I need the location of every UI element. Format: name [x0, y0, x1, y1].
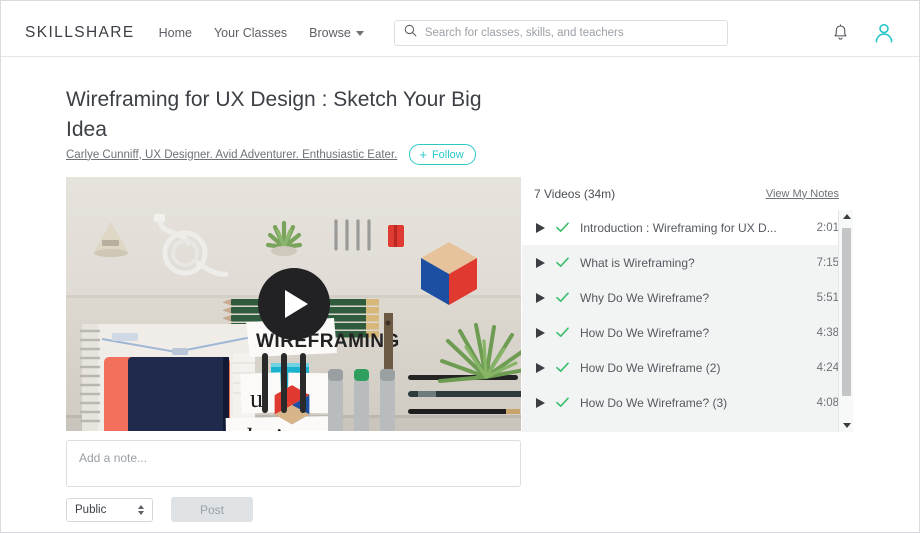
- video-item-duration: 7:15: [816, 256, 839, 269]
- play-icon: [536, 327, 545, 338]
- video-item-title: Why Do We Wireframe?: [580, 290, 710, 305]
- nav-item-browse[interactable]: Browse: [309, 26, 364, 40]
- video-list-scrollbar[interactable]: [838, 210, 853, 432]
- play-icon: [536, 362, 545, 373]
- nav-item-label: Your Classes: [213, 25, 288, 40]
- video-item-duration: 5:51: [816, 291, 839, 304]
- plus-icon: +: [419, 147, 427, 162]
- note-visibility-select[interactable]: Public: [66, 497, 153, 522]
- play-icon: [536, 397, 545, 408]
- follow-button[interactable]: + Follow: [409, 144, 476, 165]
- scrollbar-down-button[interactable]: [839, 419, 853, 432]
- note-textarea[interactable]: [79, 451, 508, 476]
- video-list-item[interactable]: Introduction : Wireframing for UX D... 2:…: [522, 210, 853, 245]
- site-header: SKILLSHARE Home Your Classes Browse: [1, 9, 919, 57]
- video-item-title: How Do We Wireframe (2): [580, 360, 721, 375]
- video-list-item[interactable]: Why Do We Wireframe? 5:51: [522, 280, 853, 315]
- view-my-notes-link[interactable]: View My Notes: [766, 188, 839, 200]
- byline-row: Carlye Cunniff, UX Designer. Avid Advent…: [66, 144, 476, 165]
- select-stepper-icon: [138, 504, 144, 515]
- main-content: Wireframing for UX Design : Sketch Your …: [1, 58, 919, 532]
- video-item-duration: 4:38: [816, 326, 839, 339]
- scrollbar-up-button[interactable]: [839, 210, 853, 223]
- video-item-duration: 4:24: [816, 361, 839, 374]
- nav-item-home[interactable]: Home: [159, 26, 192, 40]
- svg-text:design: design: [238, 423, 309, 431]
- video-item-title: Introduction : Wireframing for UX D...: [580, 220, 777, 235]
- video-item-title: How Do We Wireframe? (3): [580, 395, 728, 410]
- search-bar[interactable]: [393, 19, 728, 46]
- nav-item-label: Browse: [309, 25, 351, 40]
- video-count-label: 7 Videos (34m): [534, 186, 616, 201]
- play-icon: [536, 257, 545, 268]
- checkmark-icon: [556, 327, 569, 338]
- chevron-down-icon: [842, 423, 851, 428]
- checkmark-icon: [556, 292, 569, 303]
- video-list-rows: Introduction : Wireframing for UX D... 2:…: [522, 210, 853, 420]
- user-avatar-icon[interactable]: [873, 22, 895, 44]
- brand-logo[interactable]: SKILLSHARE: [25, 24, 135, 42]
- video-item-title: What is Wireframing?: [580, 255, 695, 270]
- video-list-panel: 7 Videos (34m) View My Notes Introductio…: [522, 177, 853, 432]
- nav-item-your-classes[interactable]: Your Classes: [214, 26, 287, 40]
- search-input[interactable]: [424, 26, 718, 39]
- search-icon: [404, 24, 417, 42]
- teacher-byline-link[interactable]: Carlye Cunniff, UX Designer. Avid Advent…: [66, 149, 397, 161]
- checkmark-icon: [556, 397, 569, 408]
- play-triangle: [285, 290, 308, 318]
- video-list-item[interactable]: How Do We Wireframe? 4:38: [522, 315, 853, 350]
- video-item-title: How Do We Wireframe?: [580, 325, 710, 340]
- video-list-header: 7 Videos (34m) View My Notes: [522, 177, 853, 210]
- video-list-body: Introduction : Wireframing for UX D... 2:…: [522, 210, 853, 432]
- header-actions: [832, 22, 895, 44]
- video-list-item[interactable]: What is Wireframing? 7:15: [522, 245, 853, 280]
- play-button-icon[interactable]: [257, 268, 330, 340]
- chevron-down-icon: [355, 31, 364, 36]
- post-button[interactable]: Post: [171, 497, 253, 522]
- note-input-box[interactable]: [66, 440, 521, 487]
- video-list-item[interactable]: How Do We Wireframe (2) 4:24: [522, 350, 853, 385]
- play-icon: [536, 222, 545, 233]
- checkmark-icon: [556, 222, 569, 233]
- scrollbar-thumb[interactable]: [842, 228, 851, 396]
- chevron-up-icon: [842, 214, 851, 219]
- app-window: SKILLSHARE Home Your Classes Browse Sear…: [0, 0, 920, 533]
- follow-button-label: Follow: [431, 148, 464, 161]
- note-controls: Public Post: [66, 497, 253, 522]
- video-list-item[interactable]: How Do We Wireframe? (3) 4:08: [522, 385, 853, 420]
- video-item-duration: 4:08: [816, 396, 839, 409]
- checkmark-icon: [556, 257, 569, 268]
- video-item-duration: 2:01: [816, 221, 839, 234]
- svg-text:u: u: [250, 384, 263, 413]
- nav-item-label: Home: [158, 25, 192, 40]
- play-icon: [536, 292, 545, 303]
- bell-icon[interactable]: [832, 23, 849, 42]
- page-title: Wireframing for UX Design : Sketch Your …: [66, 88, 482, 141]
- video-player[interactable]: WIREFRAMING u x design: [66, 177, 521, 431]
- note-visibility-value: Public: [75, 503, 107, 516]
- main-nav: Home Your Classes Browse: [159, 26, 364, 40]
- checkmark-icon: [556, 362, 569, 373]
